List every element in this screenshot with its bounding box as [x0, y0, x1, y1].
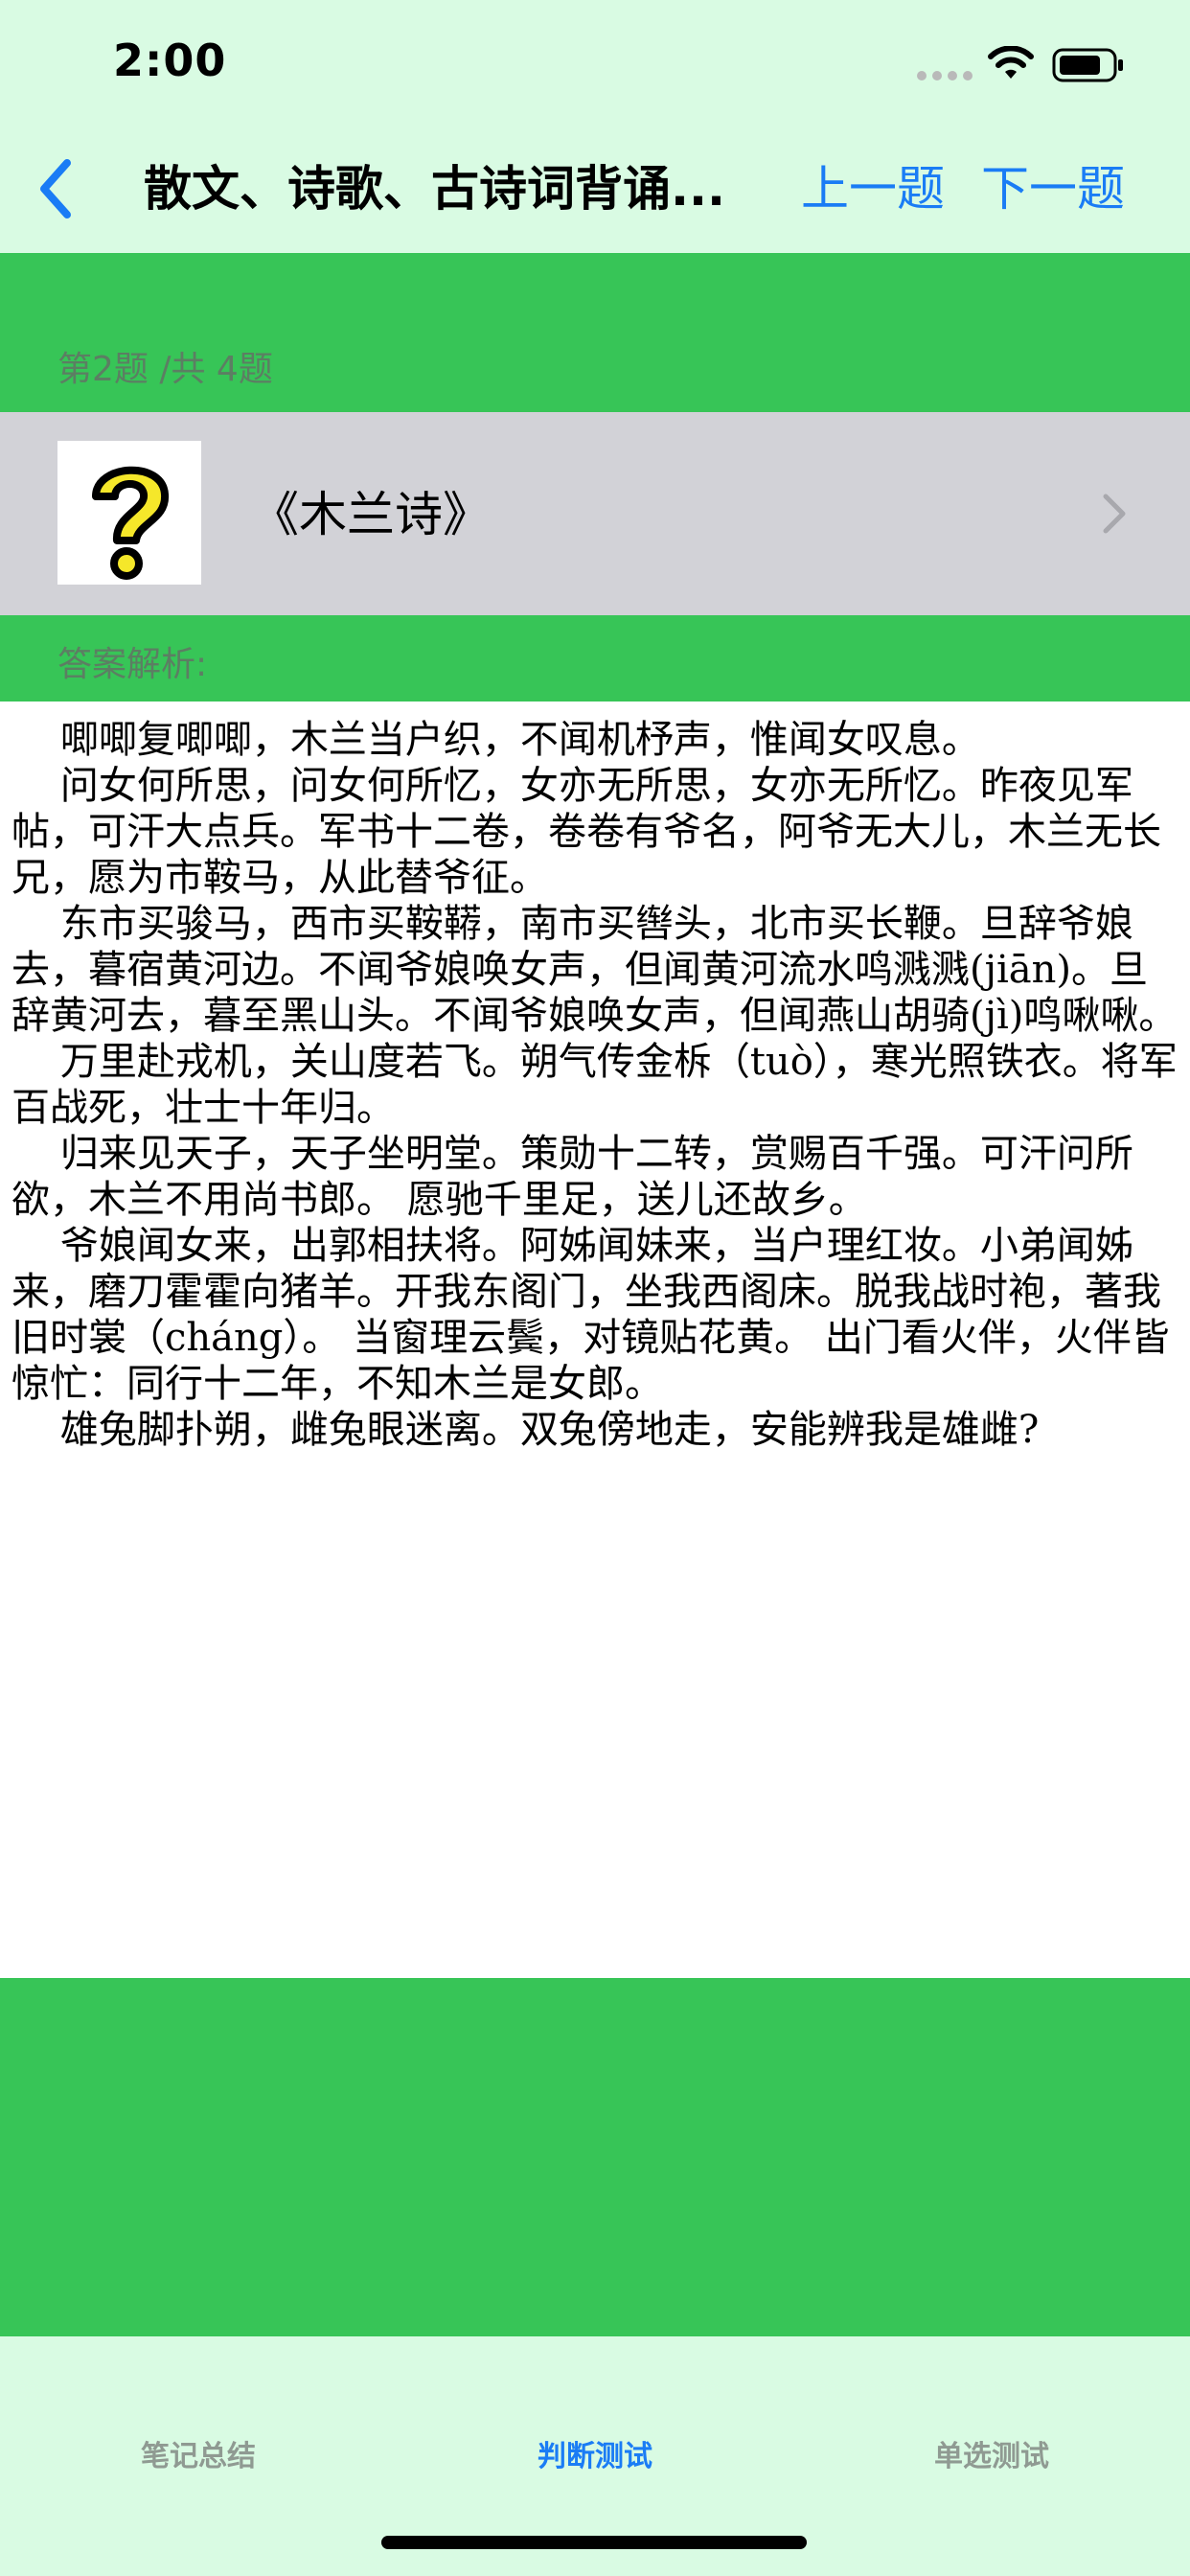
- tab-single-choice-test[interactable]: 单选测试: [793, 2432, 1190, 2474]
- answer-text: 唧唧复唧唧，木兰当户织，不闻机杼声，惟闻女叹息。 问女何所思，问女何所忆，女亦无…: [11, 718, 1178, 1452]
- next-question-button[interactable]: 下一题: [981, 153, 1125, 224]
- home-indicator[interactable]: [381, 2536, 807, 2549]
- tab-true-false-test[interactable]: 判断测试: [397, 2432, 793, 2474]
- question-title: 《木兰诗》: [251, 487, 491, 542]
- answer-label: 答案解析:: [57, 645, 208, 684]
- cellular-signal-icon: [917, 71, 973, 80]
- wifi-icon: [988, 46, 1034, 79]
- battery-icon: [1052, 48, 1123, 82]
- chevron-left-icon: [40, 159, 71, 218]
- question-mark-icon: [57, 441, 201, 585]
- status-time: 2:00: [113, 34, 227, 86]
- tab-notes-summary[interactable]: 笔记总结: [0, 2432, 397, 2474]
- question-counter: 第2题 /共 4题: [57, 350, 273, 389]
- chevron-right-icon: [1103, 494, 1126, 534]
- footer-band: [0, 1978, 1190, 2336]
- back-button[interactable]: [27, 153, 84, 224]
- page-title: 散文、诗歌、古诗词背诵...: [144, 161, 725, 217]
- previous-question-button[interactable]: 上一题: [801, 153, 945, 224]
